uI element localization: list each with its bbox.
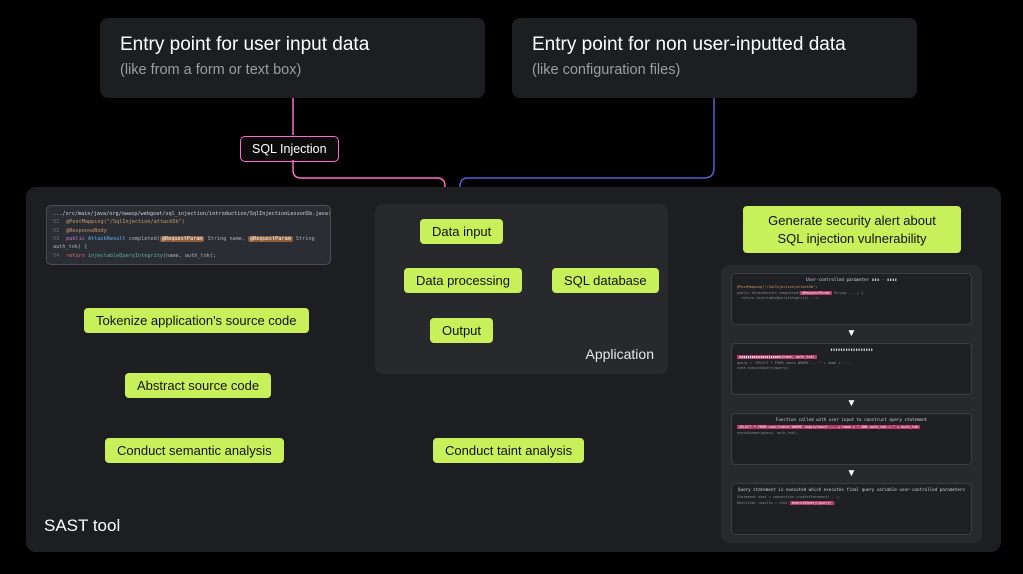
- code-line: 54 return injectableQueryIntegrity(name,…: [53, 252, 324, 260]
- code-line: 53 public AttackResult completed(@Reques…: [53, 235, 324, 252]
- alert-stack-item: ▮▮▮▮▮▮▮▮▮▮▮▮▮▮▮▮▮ ▮▮▮▮▮▮▮▮▮▮▮▮▮▮▮▮▮▮▮▮(n…: [731, 343, 972, 395]
- alert-title-text: Generate security alert about SQL inject…: [757, 212, 947, 247]
- pill-alert-title: Generate security alert about SQL inject…: [743, 206, 961, 253]
- pill-data-processing: Data processing: [404, 268, 522, 293]
- entry-user-sub: (like from a form or text box): [120, 62, 465, 78]
- entry-nonuser-title: Entry point for non user-inputted data: [532, 34, 897, 56]
- alert-stack-item: Function called with user input to const…: [731, 413, 972, 465]
- alert-item-header: User-controlled parameter ▮▮▮ · ▮▮▮▮: [737, 277, 966, 283]
- alert-stack-item: Query statement is executed which execut…: [731, 483, 972, 535]
- alert-item-header: Query statement is executed which execut…: [737, 487, 966, 493]
- entry-nonuser-sub: (like configuration files): [532, 62, 897, 78]
- pill-semantic: Conduct semantic analysis: [105, 438, 284, 463]
- code-path: .../src/main/java/org/owasp/webgoat/sql_…: [53, 210, 324, 218]
- pill-taint: Conduct taint analysis: [433, 438, 584, 463]
- pill-abstract: Abstract source code: [125, 373, 271, 398]
- pill-tokenize: Tokenize application's source code: [84, 308, 309, 333]
- pill-data-input: Data input: [420, 219, 503, 244]
- code-line: 51 @PostMapping("/SqlInjection/attack5b"…: [53, 218, 324, 226]
- pill-output: Output: [430, 318, 493, 343]
- alert-item-header: Function called with user input to const…: [737, 417, 966, 423]
- sql-injection-badge: SQL Injection: [240, 136, 339, 162]
- chevron-down-icon: ▼: [731, 331, 972, 337]
- code-line: 52 @ResponseBody: [53, 227, 324, 235]
- alert-stack: User-controlled parameter ▮▮▮ · ▮▮▮▮ @Po…: [721, 265, 982, 543]
- sast-label: SAST tool: [44, 516, 120, 536]
- entry-user-input: Entry point for user input data (like fr…: [100, 18, 485, 98]
- code-snippet: .../src/main/java/org/owasp/webgoat/sql_…: [46, 205, 331, 265]
- alert-stack-item: User-controlled parameter ▮▮▮ · ▮▮▮▮ @Po…: [731, 273, 972, 325]
- entry-user-title: Entry point for user input data: [120, 34, 465, 56]
- pill-sql-database: SQL database: [552, 268, 659, 293]
- chevron-down-icon: ▼: [731, 401, 972, 407]
- chevron-down-icon: ▼: [731, 471, 972, 477]
- entry-non-user-input: Entry point for non user-inputted data (…: [512, 18, 917, 98]
- alert-item-header: ▮▮▮▮▮▮▮▮▮▮▮▮▮▮▮▮▮: [737, 347, 966, 353]
- application-label: Application: [586, 346, 655, 362]
